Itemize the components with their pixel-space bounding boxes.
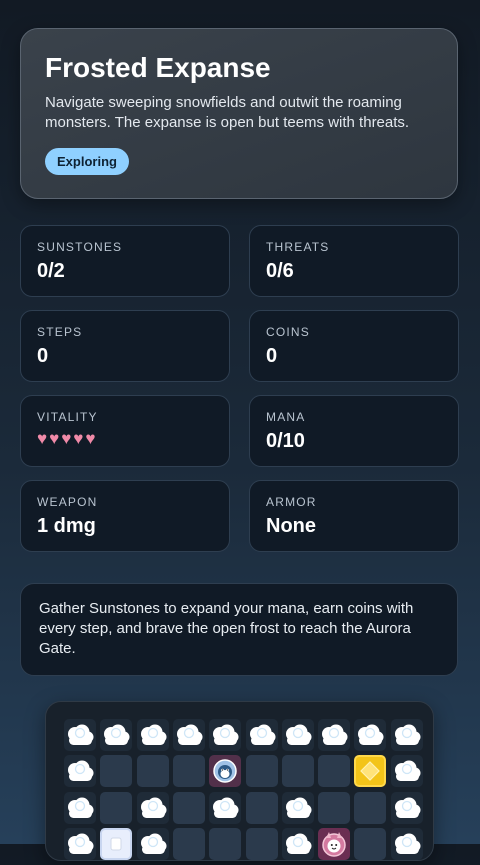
snow-tile[interactable] <box>390 791 423 824</box>
monster-tile[interactable] <box>209 755 242 788</box>
stat-value: 0/2 <box>37 260 65 282</box>
snow-cloud-icon <box>358 724 384 745</box>
snow-tile[interactable] <box>136 791 169 824</box>
ice-tile[interactable] <box>318 755 351 788</box>
sunstone-tile[interactable] <box>354 755 387 788</box>
snow-tile[interactable] <box>281 791 314 824</box>
snow-cloud-icon <box>140 797 167 818</box>
snow-cloud-icon <box>285 797 312 818</box>
snow-cloud-icon <box>176 724 203 745</box>
snow-cloud-icon <box>394 724 421 745</box>
objective-panel: Gather Sunstones to expand your mana, ea… <box>20 583 458 676</box>
ice-tile[interactable] <box>354 791 387 824</box>
snow-tile[interactable] <box>390 755 423 788</box>
ice-tile[interactable] <box>318 791 351 824</box>
stat-value: 0/10 <box>266 430 305 452</box>
snow-cloud-icon <box>68 724 94 745</box>
stat-sunstones: SUNSTONES 0/2 <box>20 225 230 297</box>
ice-tile[interactable] <box>245 791 278 824</box>
stat-vitality: VITALITY ♥♥♥♥♥ <box>20 395 230 467</box>
stat-label: VITALITY <box>37 410 98 424</box>
snow-tile[interactable] <box>245 719 278 751</box>
sunstone-icon <box>360 761 381 782</box>
snow-tile[interactable] <box>281 719 314 751</box>
snow-cloud-icon <box>140 724 167 745</box>
snow-cloud-icon <box>104 724 130 745</box>
snow-cloud-icon <box>394 760 421 782</box>
stat-value: 0 <box>266 345 278 367</box>
objective-text: Gather Sunstones to expand your mana, ea… <box>39 600 414 657</box>
hearts-icon: ♥♥♥♥♥ <box>37 429 98 448</box>
stat-value: 0 <box>37 345 49 367</box>
stat-coins: COINS 0 <box>249 310 459 382</box>
stat-label: SUNSTONES <box>37 240 123 254</box>
stat-mana: MANA 0/10 <box>249 395 459 467</box>
ice-tile[interactable] <box>245 755 278 788</box>
snow-cloud-icon <box>394 797 421 818</box>
stat-label: ARMOR <box>266 495 317 509</box>
ice-tile[interactable] <box>100 755 133 788</box>
ice-tile[interactable] <box>281 755 314 788</box>
snow-tile[interactable] <box>318 719 351 751</box>
snow-tile[interactable] <box>354 719 387 751</box>
level-description: Navigate sweeping snowfields and outwit … <box>45 94 410 131</box>
stat-value: 0/6 <box>266 260 294 282</box>
level-title: Frosted Expanse <box>45 52 271 83</box>
snow-cloud-icon <box>68 760 94 782</box>
stat-threats: THREATS 0/6 <box>249 225 459 297</box>
ice-tile[interactable] <box>136 755 169 788</box>
snow-cloud-icon <box>213 724 239 745</box>
snow-tile[interactable] <box>64 719 96 751</box>
level-header-card: Frosted Expanse Navigate sweeping snowfi… <box>20 28 458 199</box>
stat-label: MANA <box>266 410 306 424</box>
snow-tile[interactable] <box>390 719 423 751</box>
snow-tile[interactable] <box>100 719 133 751</box>
snow-tile[interactable] <box>64 791 96 824</box>
snow-tile[interactable] <box>209 791 242 824</box>
snow-cloud-icon <box>322 724 348 745</box>
stat-steps: STEPS 0 <box>20 310 230 382</box>
snow-cloud-icon <box>285 724 312 745</box>
status-badge: Exploring <box>45 148 129 175</box>
snow-tile[interactable] <box>136 719 169 751</box>
stat-label: COINS <box>266 325 311 339</box>
snow-cloud-icon <box>213 797 239 818</box>
snow-cloud-icon <box>249 724 275 745</box>
snow-cloud-icon <box>68 797 94 818</box>
snow-tile[interactable] <box>209 719 242 751</box>
stat-value: 1 dmg <box>37 515 96 537</box>
ice-tile[interactable] <box>100 791 133 824</box>
snow-tile[interactable] <box>64 755 96 788</box>
ice-tile[interactable] <box>172 791 205 824</box>
stat-label: STEPS <box>37 325 83 339</box>
stat-label: WEAPON <box>37 495 98 509</box>
ice-tile[interactable] <box>172 755 205 788</box>
penguin-monster-icon <box>213 759 237 784</box>
stat-weapon: WEAPON 1 dmg <box>20 480 230 552</box>
snow-tile[interactable] <box>172 719 205 751</box>
stat-value: None <box>266 515 316 537</box>
stat-armor: ARMOR None <box>249 480 459 552</box>
game-board[interactable] <box>45 701 434 861</box>
stat-label: THREATS <box>266 240 330 254</box>
